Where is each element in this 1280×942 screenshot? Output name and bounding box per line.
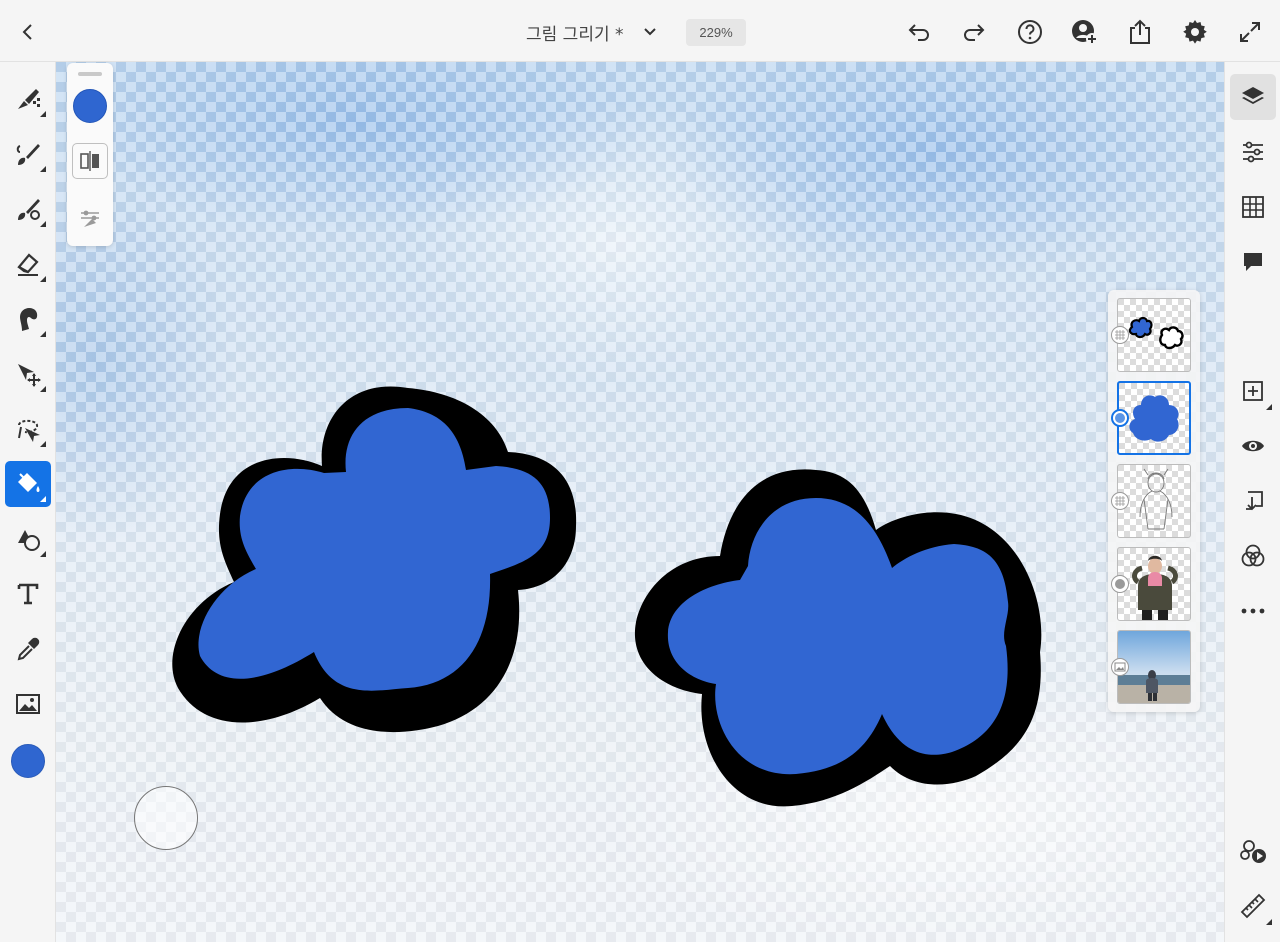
live-brush-tool[interactable]: [5, 131, 51, 177]
more-icon: [1241, 608, 1265, 614]
properties-icon: [1243, 141, 1263, 163]
undo-button[interactable]: [901, 14, 937, 50]
layer-type-icon[interactable]: [1111, 658, 1129, 676]
drawing-canvas[interactable]: [56, 62, 1224, 942]
merge-down-icon: [1246, 491, 1263, 511]
vector-brush-tool[interactable]: [5, 186, 51, 232]
smudge-tool[interactable]: [5, 296, 51, 342]
settings-button[interactable]: [1177, 14, 1213, 50]
layer-thumb-art: [1129, 395, 1179, 442]
undo-icon: [908, 24, 929, 41]
lasso-icon: [18, 419, 40, 442]
shapes-tool[interactable]: [5, 516, 51, 562]
layer-type-icon[interactable]: [1111, 326, 1129, 344]
ruler-button[interactable]: [1230, 883, 1276, 929]
properties-button[interactable]: [1230, 129, 1276, 175]
grid-button[interactable]: [1230, 184, 1276, 230]
ruler-icon: [1240, 893, 1266, 919]
transform-tool[interactable]: [5, 351, 51, 397]
smudge-icon: [20, 308, 38, 331]
blend-mode-icon: [1241, 544, 1265, 567]
pixel-brush-tool[interactable]: [5, 76, 51, 122]
text-tool[interactable]: [5, 571, 51, 617]
vector-brush-icon: [18, 199, 40, 220]
eraser-icon: [17, 253, 39, 276]
fullscreen-button[interactable]: [1232, 14, 1268, 50]
comments-icon: [1244, 253, 1262, 271]
share-button[interactable]: [1122, 14, 1158, 50]
settings-icon: [1183, 20, 1207, 44]
add-layer-button[interactable]: [1230, 368, 1276, 414]
left-toolbar: [0, 62, 56, 942]
brush-settings-icon: [81, 210, 99, 227]
invite-icon: [1072, 20, 1098, 45]
help-icon: [1018, 20, 1042, 44]
help-button[interactable]: [1012, 14, 1048, 50]
visibility-icon: [1242, 440, 1264, 452]
eraser-tool[interactable]: [5, 241, 51, 287]
redo-icon: [964, 24, 985, 41]
livestream-icon: [1240, 840, 1266, 863]
transform-icon: [18, 364, 41, 387]
share-icon: [1130, 19, 1150, 44]
blend-mode-button[interactable]: [1230, 533, 1276, 579]
back-button[interactable]: [10, 14, 46, 50]
live-brush-icon: [16, 144, 40, 165]
chevron-left-icon: [22, 24, 32, 40]
livestream-button[interactable]: [1230, 828, 1276, 874]
chevron-down-icon[interactable]: [638, 20, 662, 44]
place-image-tool[interactable]: [5, 681, 51, 727]
eyedropper-icon: [17, 637, 40, 661]
add-layer-icon: [1243, 381, 1263, 401]
canvas-artwork: [172, 386, 1042, 807]
symmetry-button[interactable]: [72, 143, 108, 179]
layer-selected-indicator[interactable]: [1111, 409, 1129, 427]
layers-button[interactable]: [1230, 74, 1276, 120]
brush-mini-panel: [67, 63, 113, 246]
redo-button[interactable]: [956, 14, 992, 50]
layer-type-icon[interactable]: [1111, 492, 1129, 510]
invite-button[interactable]: [1067, 14, 1103, 50]
symmetry-icon: [80, 151, 99, 171]
layer-type-icon[interactable]: [1111, 575, 1129, 593]
top-bar: 그림 그리기 * 229%: [0, 0, 1280, 62]
zoom-level[interactable]: 229%: [686, 19, 746, 46]
visibility-button[interactable]: [1230, 423, 1276, 469]
document-title: 그림 그리기 *: [526, 24, 624, 45]
more-button[interactable]: [1230, 588, 1276, 634]
current-color-swatch[interactable]: [73, 89, 107, 123]
left-cloud: [172, 386, 577, 733]
merge-down-button[interactable]: [1230, 478, 1276, 524]
document-title-area[interactable]: 그림 그리기 *: [526, 14, 662, 50]
drag-handle[interactable]: [78, 72, 102, 76]
layers-icon: [1242, 87, 1264, 104]
right-toolbar: [1224, 62, 1280, 942]
color-swatch[interactable]: [11, 744, 45, 778]
pixel-brush-icon: [18, 89, 40, 109]
grid-icon: [1242, 196, 1264, 218]
app-window: 그림 그리기 * 229%: [0, 0, 1280, 942]
brush-settings-button[interactable]: [72, 200, 108, 236]
text-icon: [17, 583, 39, 605]
shapes-icon: [18, 530, 40, 551]
fill-icon: [18, 473, 40, 492]
fill-tool[interactable]: [5, 461, 51, 507]
touch-shortcut[interactable]: [134, 786, 198, 850]
right-cloud: [634, 469, 1042, 807]
eyedropper-tool[interactable]: [5, 626, 51, 672]
fullscreen-icon: [1240, 22, 1260, 42]
place-image-icon: [16, 694, 40, 714]
comments-button[interactable]: [1230, 239, 1276, 285]
lasso-tool[interactable]: [5, 406, 51, 452]
layers-panel: [1108, 290, 1200, 712]
